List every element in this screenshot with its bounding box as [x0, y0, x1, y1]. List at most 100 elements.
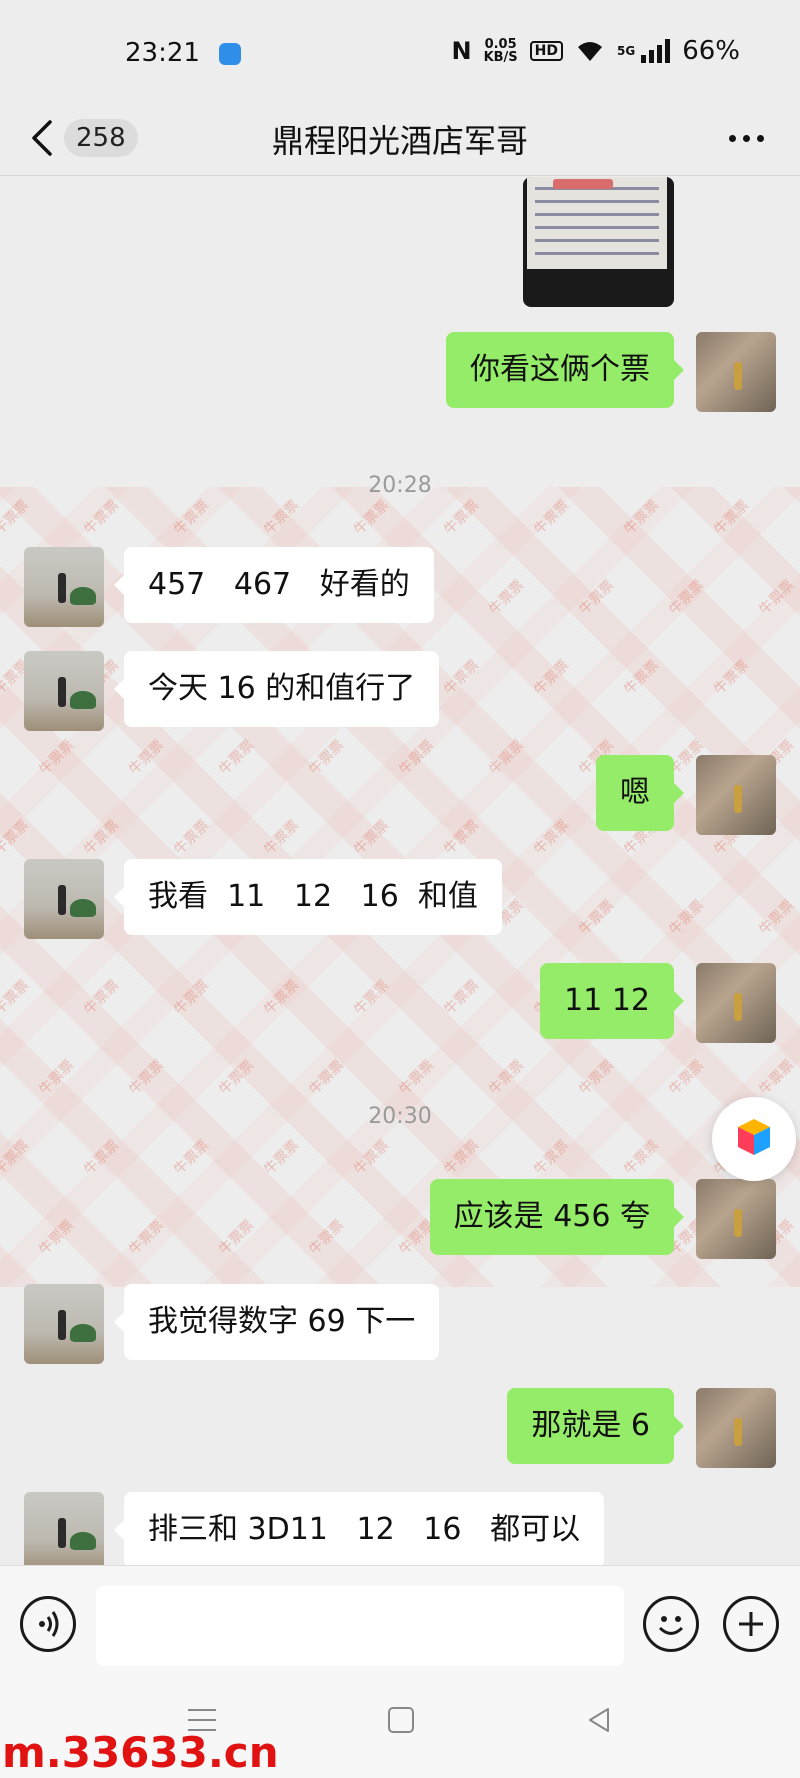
watermark-text: 牛票票: [711, 497, 753, 539]
watermark-text: 牛票票: [261, 817, 303, 859]
more-dot-icon: [742, 134, 750, 142]
watermark-text: 牛票票: [216, 737, 258, 779]
watermark-text: 牛票票: [666, 897, 708, 939]
watermark-text: 牛票票: [126, 737, 168, 779]
self-avatar[interactable]: [696, 963, 776, 1043]
watermark-text: 牛票票: [351, 497, 393, 539]
emoji-button[interactable]: [643, 1596, 699, 1652]
watermark-text: 牛票票: [0, 817, 33, 859]
watermark-text: 牛票票: [216, 1217, 258, 1259]
watermark-text: 牛票票: [531, 657, 573, 699]
message-bubble-other[interactable]: 今天 16 的和值行了: [113, 651, 440, 727]
watermark-text: 牛票票: [261, 497, 303, 539]
watermark-text: 牛票票: [171, 497, 213, 539]
voice-icon: [39, 1611, 59, 1637]
message-input-bar: [0, 1565, 800, 1687]
watermark-text: 牛票票: [621, 497, 663, 539]
watermark-text: 牛票票: [396, 1057, 438, 1099]
watermark-text: 牛票票: [261, 1137, 303, 1179]
plus-icon: [739, 1612, 763, 1636]
watermark-text: 牛票票: [81, 497, 123, 539]
watermark-text: 牛票票: [576, 897, 618, 939]
contact-avatar[interactable]: [24, 859, 104, 939]
contact-avatar[interactable]: [24, 1284, 104, 1364]
watermark-text: 牛票票: [621, 657, 663, 699]
message-bubble-self[interactable]: 11 12: [540, 963, 684, 1039]
watermark-text: 牛票票: [0, 977, 33, 1019]
message-bubble-other[interactable]: 排三和 3D11 12 16 都可以: [113, 1492, 605, 1565]
voice-input-button[interactable]: [20, 1596, 76, 1652]
message-bubble-self[interactable]: 嗯: [596, 755, 684, 831]
chat-header: 258 鼎程阳光酒店军哥: [0, 100, 800, 176]
watermark-text: 牛票票: [441, 977, 483, 1019]
chat-messages[interactable]: 牛票票 牛票票 牛票票 牛票票 牛票票 牛票票 牛票票 牛票票 牛票票 牛票票 牛票票 牛票票 牛票票牛…: [0, 177, 800, 1565]
watermark-text: 牛票票: [441, 817, 483, 859]
watermark-text: 牛票票: [171, 977, 213, 1019]
watermark-text: 牛票票: [306, 737, 348, 779]
watermark-text: 牛票票: [711, 657, 753, 699]
more-options-button[interactable]: [718, 114, 774, 162]
lottery-ticket-image: [527, 177, 667, 269]
net-speed-unit: KB/S: [483, 50, 518, 65]
watermark-text: 牛票票: [351, 977, 393, 1019]
watermark-text: 牛票票: [36, 1217, 78, 1259]
watermark-text: 牛票票: [666, 577, 708, 619]
signal-icon: [641, 39, 671, 63]
app-notification-icon: [219, 43, 241, 65]
watermark-text: 牛票票: [576, 577, 618, 619]
network-type: 5G: [617, 44, 636, 58]
message-bubble-self[interactable]: 应该是 456 夸: [429, 1179, 685, 1255]
self-avatar[interactable]: [696, 755, 776, 835]
wifi-icon: [578, 42, 602, 61]
watermark-text: 牛票票: [81, 977, 123, 1019]
message-bubble-other[interactable]: 我觉得数字 69 下一: [113, 1284, 440, 1360]
ticket-header-logo: [553, 179, 613, 189]
watermark-text: 牛票票: [621, 1137, 663, 1179]
chat-title: 鼎程阳光酒店军哥: [271, 122, 528, 160]
watermark-text: 牛票票: [531, 817, 573, 859]
watermark-text: 牛票票: [171, 1137, 213, 1179]
back-triangle-icon[interactable]: [584, 1705, 614, 1735]
message-input[interactable]: [96, 1586, 624, 1666]
watermark-text: 牛票票: [261, 977, 303, 1019]
self-avatar[interactable]: [696, 1179, 776, 1259]
watermark-text: 牛票票: [531, 497, 573, 539]
watermark-text: 牛票票: [756, 897, 798, 939]
contact-avatar[interactable]: [24, 651, 104, 731]
watermark-text: 牛票票: [441, 657, 483, 699]
home-button[interactable]: [388, 1707, 414, 1733]
net-speed: 0.05 KB/S: [484, 38, 518, 64]
cube-icon: [738, 1119, 770, 1155]
self-avatar[interactable]: [696, 332, 776, 412]
watermark-text: 牛票票: [486, 737, 528, 779]
time-label: 20:30: [368, 1104, 432, 1129]
floating-assistant-button[interactable]: [712, 1097, 796, 1181]
self-avatar[interactable]: [696, 1388, 776, 1468]
watermark-text: 牛票票: [351, 1137, 393, 1179]
watermark-text: 牛票票: [666, 1057, 708, 1099]
status-indicators: N 0.05 KB/S HD 5G 66%: [451, 36, 740, 66]
message-bubble-self[interactable]: 那就是 6: [507, 1388, 684, 1464]
message-bubble-other[interactable]: 457 467 好看的: [114, 547, 434, 623]
nfc-icon: N: [451, 37, 472, 65]
watermark-text: 牛票票: [306, 1057, 348, 1099]
message-bubble-self[interactable]: 你看这俩个票: [446, 332, 684, 408]
site-watermark: m.33633.cn: [2, 1728, 279, 1777]
more-functions-button[interactable]: [723, 1596, 779, 1652]
battery-level: 66%: [682, 36, 740, 66]
watermark-text: 牛票票: [81, 1137, 123, 1179]
watermark-text: 牛票票: [81, 817, 123, 859]
more-dot-icon: [756, 134, 764, 142]
watermark-text: 牛票票: [36, 737, 78, 779]
message-bubble-other[interactable]: 我看 11 12 16 和值: [114, 859, 502, 935]
watermark-text: 牛票票: [441, 497, 483, 539]
more-dot-icon: [728, 134, 736, 142]
contact-avatar[interactable]: [24, 1492, 104, 1565]
status-time: 23:21: [125, 38, 200, 68]
watermark-text: 牛票票: [126, 1057, 168, 1099]
time-label: 20:28: [368, 473, 432, 498]
contact-avatar[interactable]: [24, 547, 104, 627]
image-message-thumbnail[interactable]: [523, 177, 674, 307]
watermark-text: 牛票票: [576, 1057, 618, 1099]
watermark-text: 牛票票: [126, 1217, 168, 1259]
